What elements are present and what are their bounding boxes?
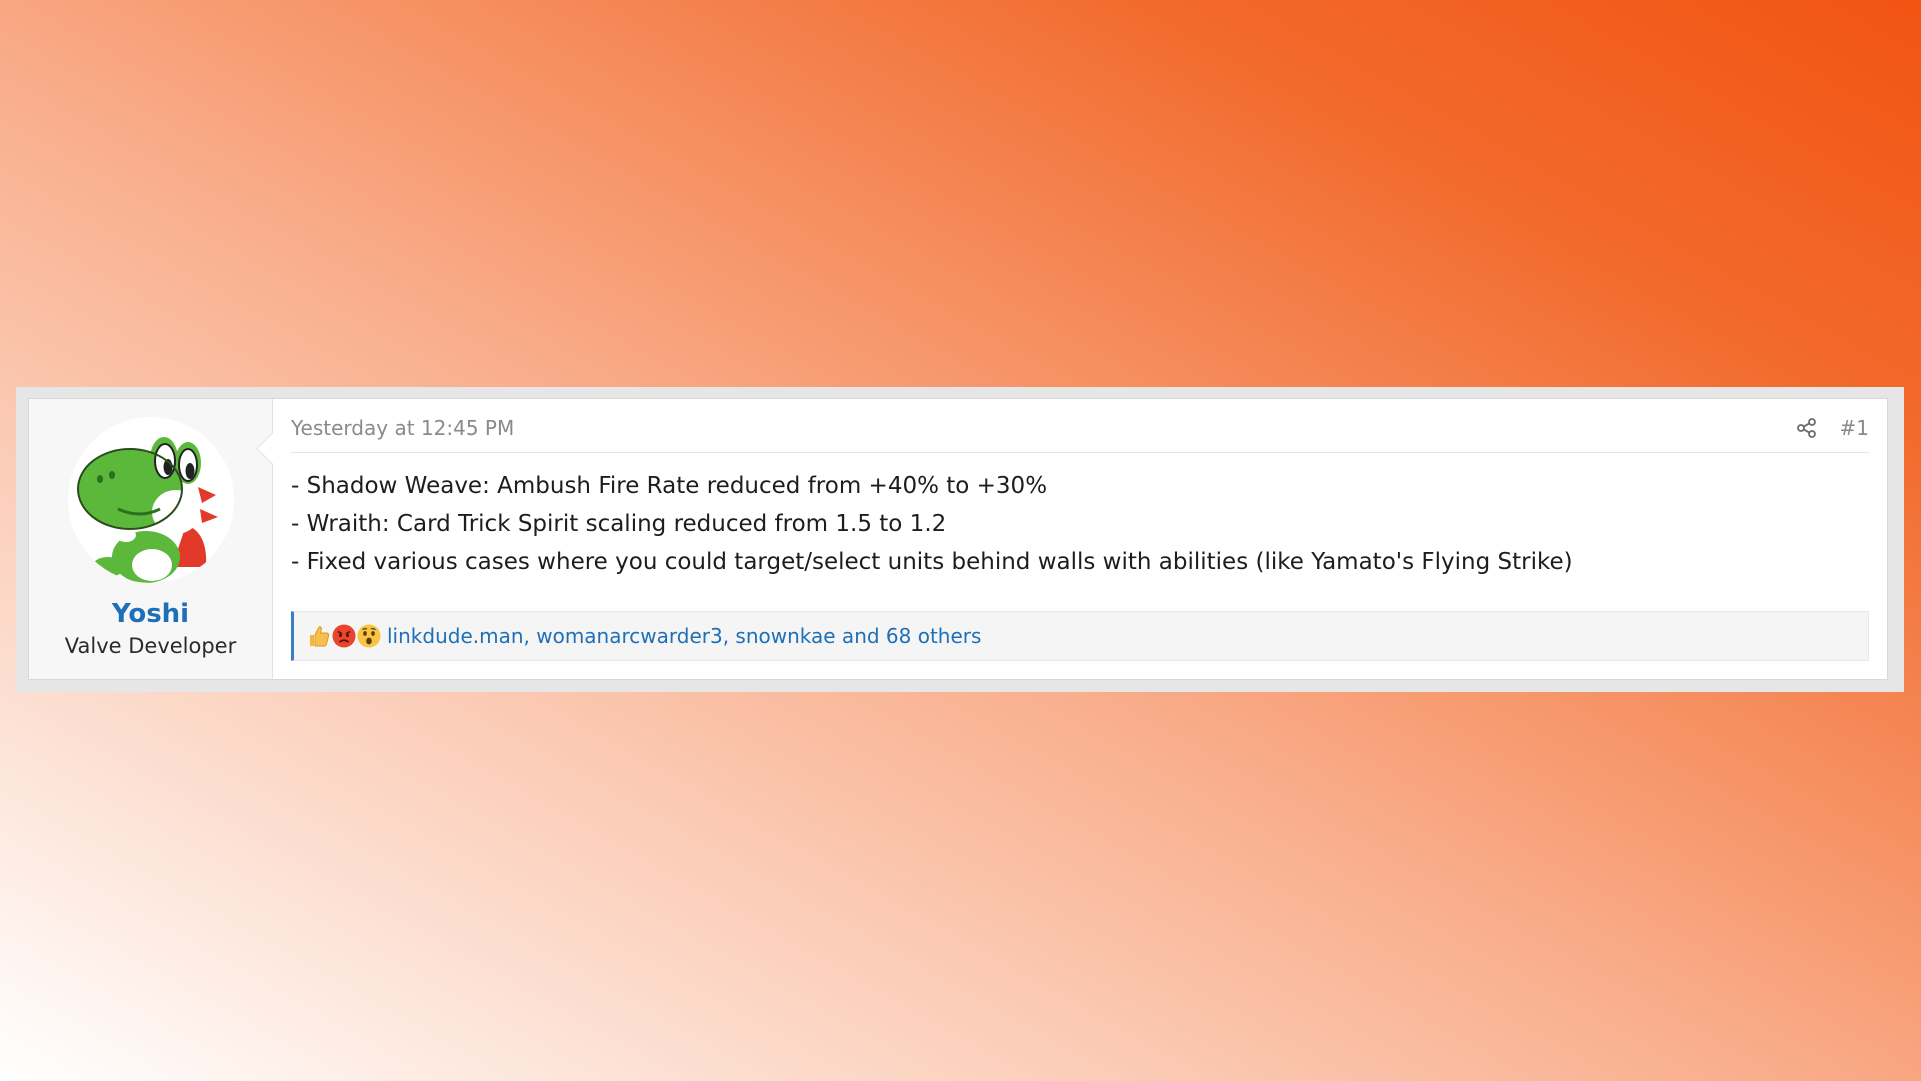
yoshi-avatar-icon: [67, 417, 234, 583]
share-icon[interactable]: [1796, 417, 1818, 439]
user-title: Valve Developer: [64, 634, 237, 658]
post-frame: Yoshi Valve Developer Yesterday at 12:45…: [16, 387, 1904, 692]
avatar[interactable]: [67, 417, 234, 583]
post-header: Yesterday at 12:45 PM #1: [291, 399, 1869, 453]
post-timestamp[interactable]: Yesterday at 12:45 PM: [291, 412, 514, 440]
forum-post: Yoshi Valve Developer Yesterday at 12:45…: [28, 398, 1888, 680]
post-body-line: - Shadow Weave: Ambush Fire Rate reduced…: [291, 473, 1048, 499]
reaction-icons[interactable]: [306, 623, 381, 649]
post-user-column: Yoshi Valve Developer: [29, 399, 289, 679]
post-body-line: - Wraith: Card Trick Spirit scaling redu…: [291, 511, 947, 537]
reaction-users-link[interactable]: linkdude.man, womanarcwarder3, snownkae …: [387, 624, 981, 648]
post-header-actions: #1: [1796, 412, 1869, 440]
surprised-face-icon[interactable]: [356, 623, 382, 649]
post-body: - Shadow Weave: Ambush Fire Rate reduced…: [291, 453, 1869, 581]
angry-face-icon[interactable]: [331, 623, 357, 649]
thumbs-up-icon[interactable]: [306, 623, 332, 649]
username[interactable]: Yoshi: [112, 599, 189, 629]
post-number-link[interactable]: #1: [1840, 416, 1869, 440]
post-body-line: - Fixed various cases where you could ta…: [291, 549, 1573, 575]
post-message-column: Yesterday at 12:45 PM #1 - Shadow Weave:…: [273, 399, 1887, 679]
reactions-bar: linkdude.man, womanarcwarder3, snownkae …: [291, 611, 1869, 661]
